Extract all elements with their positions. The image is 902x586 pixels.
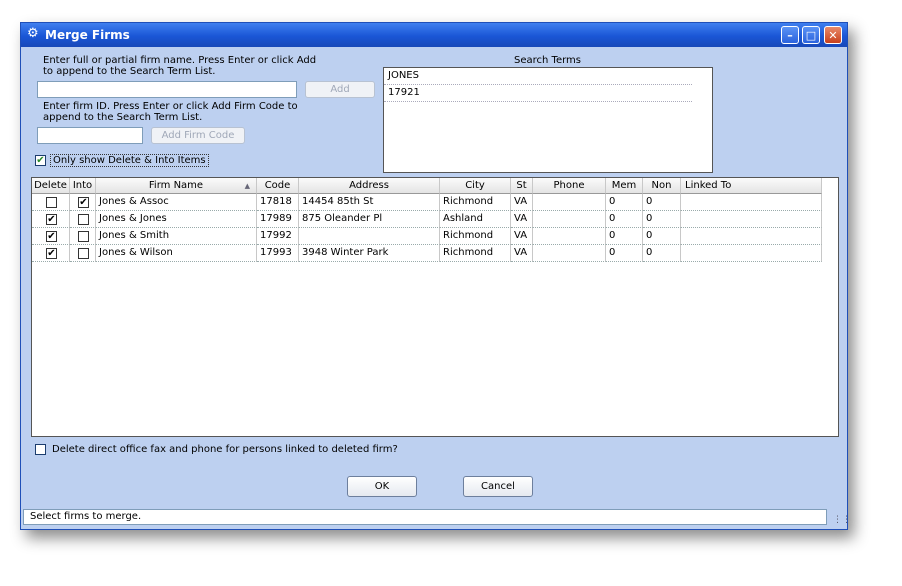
firm-id-input[interactable] [37,127,143,144]
cell-city: Richmond [440,228,511,245]
cell-linked [681,194,822,211]
cell-delete: ✔ [32,228,70,245]
cancel-button[interactable]: Cancel [463,476,533,497]
cell-mem: 0 [606,211,643,228]
col-header-code[interactable]: Code [257,178,299,194]
cell-name: Jones & Smith [96,228,257,245]
delete-checkbox[interactable]: ✔ [46,231,57,242]
cell-city: Ashland [440,211,511,228]
status-bar: Select firms to merge. [23,509,827,525]
cell-name: Jones & Wilson [96,245,257,262]
cell-phone [533,228,606,245]
cell-into [70,211,96,228]
into-checkbox[interactable]: ✔ [78,197,89,208]
cell-delete: ✔ [32,211,70,228]
col-header-phone[interactable]: Phone [533,178,606,194]
delete-checkbox[interactable]: ✔ [46,248,57,259]
add-button[interactable]: Add [305,81,375,98]
cell-address: 875 Oleander Pl [299,211,440,228]
cell-address [299,228,440,245]
firm-id-instructions: Enter firm ID. Press Enter or click Add … [43,101,298,123]
cell-st: VA [511,228,533,245]
only-show-label[interactable]: Only show Delete & Into Items [50,154,209,167]
cell-st: VA [511,245,533,262]
cell-code: 17818 [257,194,299,211]
merge-firms-window: ⚙ Merge Firms – □ ✕ Enter full or partia… [20,22,851,530]
search-terms-list[interactable]: JONES 17921 [383,67,713,173]
cell-non: 0 [643,245,681,262]
cell-non: 0 [643,211,681,228]
cell-phone [533,211,606,228]
cell-linked [681,245,822,262]
add-firm-code-button[interactable]: Add Firm Code [151,127,245,144]
delete-fax-checkbox[interactable] [35,444,46,455]
col-header-linked-to[interactable]: Linked To [681,178,822,194]
cell-st: VA [511,194,533,211]
cell-delete [32,194,70,211]
checkmark-icon: ✔ [79,197,88,208]
title-bar[interactable]: ⚙ Merge Firms – □ ✕ [21,23,847,47]
into-checkbox[interactable] [78,248,89,259]
firm-name-instructions: Enter full or partial firm name. Press E… [43,55,317,77]
checkmark-icon: ✔ [47,248,56,259]
col-header-into[interactable]: Into [70,178,96,194]
cell-into [70,228,96,245]
cell-linked [681,228,822,245]
col-header-non[interactable]: Non [643,178,681,194]
maximize-button[interactable]: □ [802,26,820,44]
delete-checkbox[interactable] [46,197,57,208]
cell-address: 14454 85th St [299,194,440,211]
cell-non: 0 [643,228,681,245]
minimize-button[interactable]: – [781,26,799,44]
col-header-st[interactable]: St [511,178,533,194]
cell-mem: 0 [606,245,643,262]
cell-code: 17992 [257,228,299,245]
col-header-delete[interactable]: Delete [32,178,70,194]
search-terms-title: Search Terms [514,55,581,66]
close-button[interactable]: ✕ [824,26,842,44]
into-checkbox[interactable] [78,231,89,242]
delete-fax-label: Delete direct office fax and phone for p… [52,444,398,455]
into-checkbox[interactable] [78,214,89,225]
col-header-firm-name-label: Firm Name [148,180,204,191]
list-item[interactable]: 17921 [384,85,692,102]
checkmark-icon: ✔ [47,214,56,225]
cell-address: 3948 Winter Park [299,245,440,262]
sort-ascending-icon: ▲ [244,182,250,190]
col-header-firm-name[interactable]: Firm Name ▲ [96,178,257,194]
window-title: Merge Firms [45,28,130,42]
resize-grip-icon[interactable]: ⋮⋮ [833,515,851,525]
cell-phone [533,194,606,211]
delete-checkbox[interactable]: ✔ [46,214,57,225]
firms-grid[interactable]: Delete Into Firm Name ▲ Code Address Cit… [31,177,839,437]
cell-city: Richmond [440,194,511,211]
cell-delete: ✔ [32,245,70,262]
cell-phone [533,245,606,262]
cell-city: Richmond [440,245,511,262]
cell-into [70,245,96,262]
cell-non: 0 [643,194,681,211]
col-header-mem[interactable]: Mem [606,178,643,194]
checkmark-icon: ✔ [36,155,45,166]
cell-name: Jones & Assoc [96,194,257,211]
cell-linked [681,211,822,228]
cell-name: Jones & Jones [96,211,257,228]
ok-button[interactable]: OK [347,476,417,497]
checkmark-icon: ✔ [47,231,56,242]
list-item[interactable]: JONES [384,68,692,85]
firm-name-input[interactable] [37,81,297,98]
cell-mem: 0 [606,228,643,245]
cell-code: 17993 [257,245,299,262]
gear-icon: ⚙ [27,26,39,41]
cell-into: ✔ [70,194,96,211]
cell-st: VA [511,211,533,228]
col-header-city[interactable]: City [440,178,511,194]
cell-code: 17989 [257,211,299,228]
col-header-address[interactable]: Address [299,178,440,194]
cell-mem: 0 [606,194,643,211]
only-show-checkbox[interactable]: ✔ [35,155,46,166]
